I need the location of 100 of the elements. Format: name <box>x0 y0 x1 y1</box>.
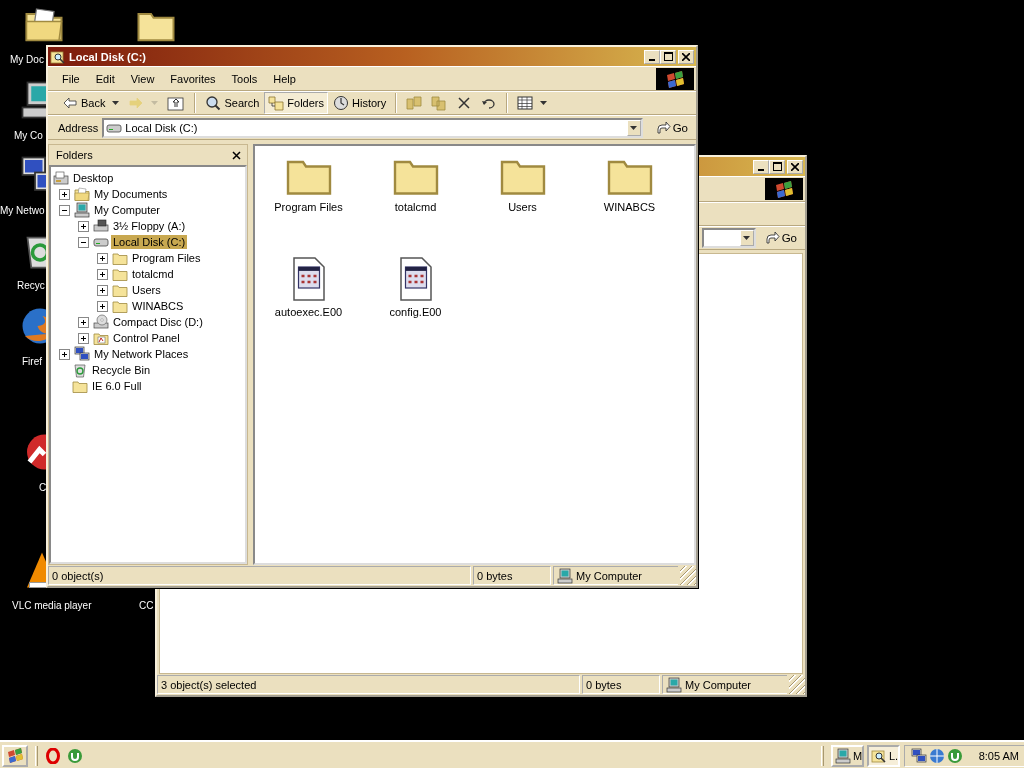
desktop-icon-label[interactable]: Recyc <box>17 280 45 291</box>
tree-item[interactable]: Program Files <box>130 251 203 265</box>
minimize-button[interactable] <box>644 49 660 64</box>
address-field[interactable] <box>702 228 756 248</box>
status-text: 0 object(s) <box>48 566 471 585</box>
status-location: My Computer <box>576 569 643 582</box>
up-folder-icon <box>167 95 186 111</box>
tree-item[interactable]: Desktop <box>71 171 116 185</box>
dropdown-caret-icon <box>540 101 548 105</box>
collapse-icon[interactable] <box>78 236 89 248</box>
dropdown-caret-icon <box>112 101 120 105</box>
windows-logo-icon <box>664 68 686 89</box>
minimize-icon <box>758 168 764 171</box>
maximize-button[interactable] <box>660 49 676 64</box>
computer-icon <box>835 748 851 764</box>
document-entry[interactable]: autoexec.E00 <box>255 253 362 358</box>
expand-icon[interactable] <box>78 332 89 344</box>
window-title: Local Disk (C:) <box>69 50 147 63</box>
maximize-button[interactable] <box>769 159 785 174</box>
back-button[interactable]: Back <box>58 92 124 114</box>
clock: 8:05 AM <box>978 750 1019 762</box>
close-button[interactable] <box>678 49 694 64</box>
floppy-drive-icon <box>93 218 109 234</box>
desktop-icon-label[interactable]: C <box>39 482 47 493</box>
folders-icon <box>268 95 285 111</box>
folder-entry[interactable]: totalcmd <box>362 148 469 253</box>
globe-fox-icon[interactable] <box>20 306 46 346</box>
search-button[interactable]: Search <box>201 92 264 114</box>
tree-item[interactable]: My Documents <box>92 187 170 201</box>
expand-icon[interactable] <box>97 284 108 296</box>
taskbar-button[interactable]: L. <box>867 745 900 767</box>
menu-item[interactable]: Edit <box>89 70 121 87</box>
opera-icon[interactable] <box>45 748 61 764</box>
go-button[interactable]: Go <box>646 117 694 138</box>
back-arrow-icon <box>62 95 78 111</box>
maximize-icon <box>772 162 782 171</box>
control-panel-icon <box>93 330 109 346</box>
tree-item[interactable]: WINABCS <box>130 299 186 313</box>
minimize-button[interactable] <box>753 159 769 174</box>
menu-item[interactable]: Help <box>267 70 302 87</box>
status-size: 0 bytes <box>473 566 551 585</box>
go-arrow-icon <box>763 230 780 246</box>
tree-item[interactable]: Compact Disc (D:) <box>111 315 205 329</box>
tree-item[interactable]: Users <box>130 283 163 297</box>
desktop-icon-label[interactable]: My Doc <box>10 54 44 65</box>
menu-item[interactable]: Tools <box>225 70 264 87</box>
go-arrow-icon <box>654 119 671 136</box>
network-computers-icon <box>74 346 90 362</box>
tree-item[interactable]: My Computer <box>92 203 163 217</box>
dropdown-button[interactable] <box>626 119 641 136</box>
expand-icon[interactable] <box>97 268 108 280</box>
maximize-icon <box>663 52 673 61</box>
tree-item[interactable]: Local Disk (C:) <box>111 235 188 249</box>
expand-icon[interactable] <box>78 316 89 328</box>
tree-item[interactable]: My Network Places <box>92 347 191 361</box>
dropdown-button[interactable] <box>739 230 754 246</box>
expand-icon[interactable] <box>97 252 108 264</box>
desktop-icon-label[interactable]: CC <box>139 600 154 611</box>
folder-entry[interactable]: Users <box>469 148 576 253</box>
expand-icon[interactable] <box>97 300 108 312</box>
address-label: Address <box>58 121 99 134</box>
computer-icon <box>666 676 682 693</box>
resize-grip[interactable] <box>680 566 696 585</box>
expand-icon[interactable] <box>78 220 89 232</box>
status-location: My Computer <box>685 678 752 691</box>
expand-icon[interactable] <box>59 348 70 360</box>
close-icon <box>682 52 690 61</box>
desktop-icon-label[interactable]: Firef <box>22 356 42 367</box>
address-field[interactable]: Local Disk (C:) <box>102 117 643 138</box>
tree-item[interactable]: totalcmd <box>130 267 176 281</box>
taskbar-button[interactable]: M <box>831 745 864 767</box>
expand-icon[interactable] <box>59 188 70 200</box>
go-button[interactable]: Go <box>755 228 803 248</box>
menu-item[interactable]: File <box>56 70 86 87</box>
folder-entry[interactable]: WINABCS <box>576 148 683 253</box>
desktop-icon-label[interactable]: My Netwo <box>0 205 45 216</box>
folders-button[interactable]: Folders <box>264 92 328 114</box>
close-button[interactable] <box>787 159 803 174</box>
desktop-icon-label[interactable]: My Co <box>14 130 43 141</box>
minimize-icon <box>649 58 655 61</box>
desktop-icon <box>53 170 69 186</box>
tree-item[interactable]: Control Panel <box>111 331 182 345</box>
history-button[interactable]: History <box>329 92 391 114</box>
folder-entry[interactable]: Program Files <box>255 148 362 253</box>
utorrent-icon[interactable] <box>67 748 83 764</box>
start-button[interactable] <box>2 745 28 767</box>
tree-item[interactable]: IE 6.0 Full <box>90 379 144 393</box>
folder-icon <box>112 266 128 282</box>
menu-item[interactable]: Favorites <box>164 70 222 87</box>
close-pane-button[interactable] <box>232 150 241 160</box>
document-entry[interactable]: config.E00 <box>362 253 469 358</box>
copy-to-icon <box>431 95 448 111</box>
resize-grip[interactable] <box>789 675 805 694</box>
collapse-icon[interactable] <box>59 204 70 216</box>
desktop-icon-label[interactable]: VLC media player <box>12 600 92 611</box>
search-icon <box>205 95 222 111</box>
menu-item[interactable]: View <box>124 70 161 87</box>
forward-arrow-icon <box>128 95 145 111</box>
tree-item[interactable]: 3½ Floppy (A:) <box>111 219 188 233</box>
tree-item[interactable]: Recycle Bin <box>90 363 153 377</box>
